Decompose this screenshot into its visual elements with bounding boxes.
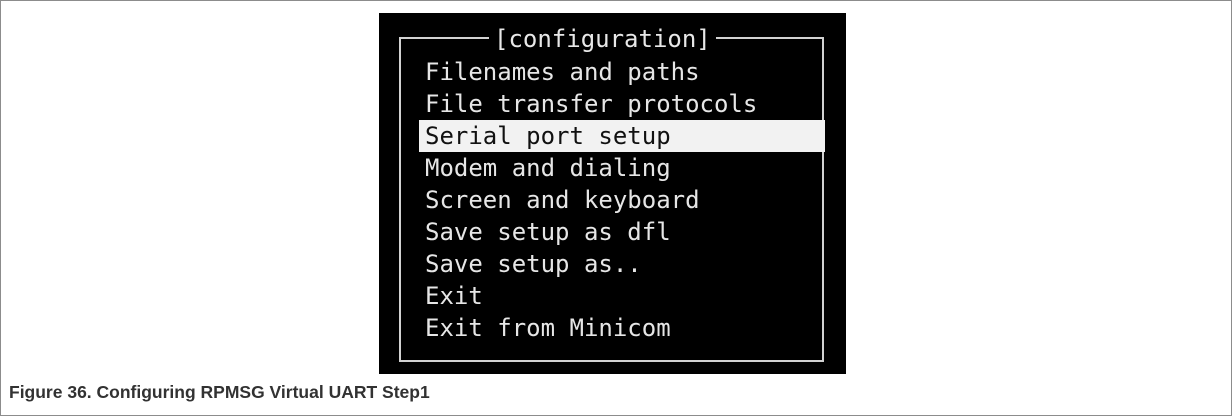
menu-item-save-setup-as-dfl[interactable]: Save setup as dfl bbox=[419, 216, 825, 248]
menu-item-modem-and-dialing[interactable]: Modem and dialing bbox=[419, 152, 825, 184]
menu-item-serial-port-setup[interactable]: Serial port setup bbox=[419, 120, 825, 152]
menu-item-screen-and-keyboard[interactable]: Screen and keyboard bbox=[419, 184, 825, 216]
configuration-menu-title: [configuration] bbox=[489, 26, 716, 52]
terminal-window: [configuration] Filenames and paths File… bbox=[379, 13, 846, 374]
menu-item-file-transfer-protocols[interactable]: File transfer protocols bbox=[419, 88, 825, 120]
figure-frame: [configuration] Filenames and paths File… bbox=[0, 0, 1232, 416]
menu-item-save-setup-as[interactable]: Save setup as.. bbox=[419, 248, 825, 280]
menu-item-exit-from-minicom[interactable]: Exit from Minicom bbox=[419, 312, 825, 344]
figure-caption: Figure 36. Configuring RPMSG Virtual UAR… bbox=[9, 382, 430, 402]
menu-item-exit[interactable]: Exit bbox=[419, 280, 825, 312]
configuration-menu-list: Filenames and paths File transfer protoc… bbox=[419, 56, 825, 344]
menu-item-filenames-and-paths[interactable]: Filenames and paths bbox=[419, 56, 825, 88]
